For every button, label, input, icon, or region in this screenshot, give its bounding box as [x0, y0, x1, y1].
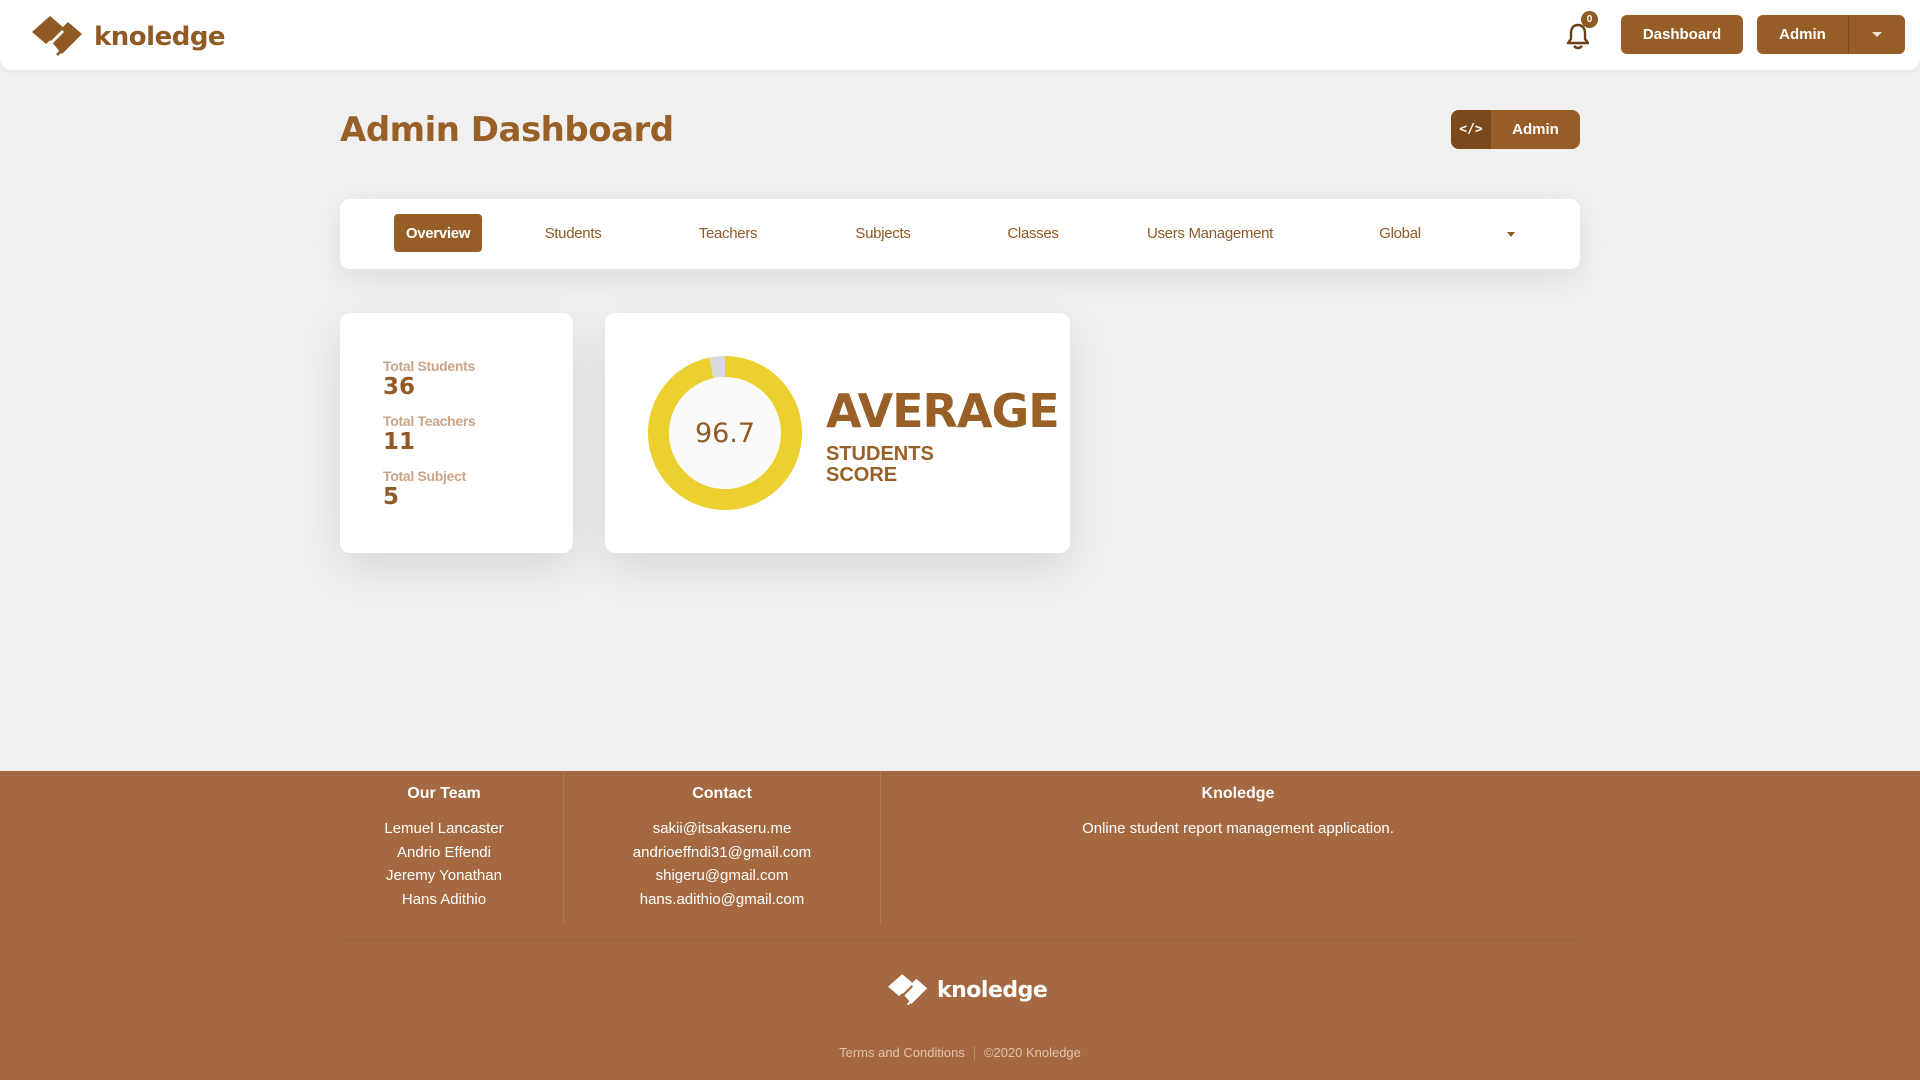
- footer-brand-name: knoledge: [937, 978, 1048, 1003]
- footer-about-title: Knoledge: [1201, 785, 1275, 802]
- admin-menu-button-group: Admin: [1757, 15, 1905, 54]
- stat-value-students: 36: [383, 374, 416, 400]
- team-member: Lemuel Lancaster: [384, 820, 504, 837]
- tab-classes[interactable]: Classes: [983, 214, 1083, 252]
- footer-separator: [973, 1045, 975, 1060]
- contact-email-link[interactable]: shigeru@gmail.com: [564, 864, 880, 888]
- section-tabs: Overview Students Teachers Subjects Clas…: [340, 199, 1580, 269]
- footer: Our Team Lemuel Lancaster Andrio Effendi…: [0, 771, 1920, 1080]
- knoledge-logo-icon: [888, 974, 928, 1006]
- caret-down-icon: [1872, 32, 1882, 37]
- global-dropdown-caret-icon[interactable]: [1507, 232, 1515, 237]
- dashboard-button[interactable]: Dashboard: [1621, 15, 1743, 54]
- stat-value-teachers: 11: [383, 429, 416, 455]
- tab-subjects[interactable]: Subjects: [828, 214, 938, 252]
- brand-logo[interactable]: knoledge: [28, 10, 226, 60]
- page-title: Admin Dashboard: [340, 110, 674, 150]
- tab-users-management[interactable]: Users Management: [1120, 214, 1300, 252]
- brand-name: knoledge: [94, 22, 226, 52]
- footer-about-description: Online student report management applica…: [1082, 820, 1394, 837]
- average-title: AVERAGE: [826, 384, 1060, 438]
- role-badge-label: Admin: [1512, 121, 1559, 138]
- admin-dropdown-toggle[interactable]: [1848, 15, 1905, 54]
- admin-button[interactable]: Admin: [1757, 15, 1848, 54]
- notification-count-badge: 0: [1581, 11, 1598, 28]
- footer-team-title: Our Team: [407, 785, 481, 802]
- footer-contact-column: Contact sakii@itsakaseru.me andrioeffndi…: [564, 771, 880, 911]
- terms-link[interactable]: Terms and Conditions: [839, 1045, 965, 1060]
- footer-bottom-bar: Terms and Conditions ©2020 Knoledge: [0, 1045, 1920, 1060]
- tab-global[interactable]: Global: [1340, 214, 1460, 252]
- stat-label-students: Total Students: [383, 358, 475, 374]
- knoledge-logo-icon: [32, 16, 82, 56]
- average-score-value: 96.7: [694, 417, 756, 449]
- footer-contact-title: Contact: [692, 785, 752, 802]
- totals-card: Total Students 36 Total Teachers 11 Tota…: [340, 313, 573, 553]
- average-subtitle-line1: STUDENTS: [826, 443, 934, 465]
- top-header: knoledge 0 Dashboard Admin: [0, 0, 1920, 70]
- tab-overview[interactable]: Overview: [394, 214, 482, 252]
- average-subtitle-line2: SCORE: [826, 464, 898, 486]
- team-member: Andrio Effendi: [397, 843, 491, 861]
- team-member: Hans Adithio: [401, 890, 487, 908]
- copyright-text: ©2020 Knoledge: [983, 1045, 1081, 1060]
- tab-students[interactable]: Students: [518, 214, 628, 252]
- footer-team-column: Our Team Lemuel Lancaster Andrio Effendi…: [340, 771, 548, 911]
- stat-value-subjects: 5: [383, 484, 400, 510]
- contact-email-link[interactable]: andrioeffndi31@gmail.com: [564, 841, 880, 865]
- code-icon: </>: [1451, 110, 1491, 149]
- tab-teachers[interactable]: Teachers: [673, 214, 783, 252]
- average-score-card: 96.7 AVERAGE STUDENTS SCORE: [605, 313, 1070, 553]
- team-member: Jeremy Yonathan: [386, 867, 502, 884]
- contact-email-link[interactable]: sakii@itsakaseru.me: [564, 817, 880, 841]
- footer-about-column: Knoledge Online student report managemen…: [881, 771, 1595, 841]
- notifications-button[interactable]: 0: [1565, 11, 1601, 54]
- footer-brand-logo[interactable]: knoledge: [885, 969, 1048, 1009]
- stat-label-subjects: Total Subject: [383, 468, 466, 484]
- footer-divider: [340, 940, 1580, 941]
- stat-label-teachers: Total Teachers: [383, 413, 476, 429]
- role-badge[interactable]: </> Admin: [1451, 110, 1580, 149]
- contact-email-link[interactable]: hans.adithio@gmail.com: [564, 888, 880, 912]
